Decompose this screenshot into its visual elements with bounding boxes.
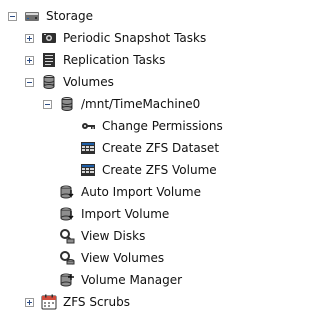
tree-toggle-periodic-snapshot-tasks[interactable] <box>25 33 34 43</box>
view-volumes-icon <box>59 250 75 266</box>
tree-item-label-create-zfs-volume: Create ZFS Volume <box>102 163 217 177</box>
tree-item-view-volumes[interactable]: View Volumes <box>59 247 164 269</box>
tree-item-change-permissions[interactable]: Change Permissions <box>80 115 223 137</box>
import-volume-icon <box>59 206 75 222</box>
tree-item-label-create-zfs-dataset: Create ZFS Dataset <box>102 141 220 155</box>
storage-drive-icon <box>24 8 40 24</box>
tree-item-volumes[interactable]: Volumes <box>25 71 114 93</box>
tree-item-label-view-volumes: View Volumes <box>81 251 165 265</box>
tree-toggle-storage[interactable] <box>8 11 17 21</box>
key-icon <box>80 118 96 134</box>
tree-item-auto-import-volume[interactable]: Auto Import Volume <box>59 181 201 203</box>
replication-task-icon <box>41 52 57 68</box>
tree-item-label-zfs-scrubs: ZFS Scrubs <box>63 295 130 309</box>
volume-icon <box>59 96 75 112</box>
tree-item-label-auto-import-volume: Auto Import Volume <box>81 185 201 199</box>
tree-toggle-zfs-scrubs[interactable] <box>25 297 34 307</box>
auto-import-icon <box>59 184 75 200</box>
zfs-volume-table-icon <box>80 162 96 178</box>
tree-item-label-replication-tasks: Replication Tasks <box>63 53 166 67</box>
tree-item-zfs-scrubs[interactable]: ZFS Scrubs <box>25 291 130 313</box>
view-disks-icon <box>59 228 75 244</box>
tree-item-view-disks[interactable]: View Disks <box>59 225 145 247</box>
tree-item-label-volumes: Volumes <box>63 75 114 89</box>
calendar-icon <box>41 294 57 310</box>
tree-item-create-zfs-volume[interactable]: Create ZFS Volume <box>80 159 217 181</box>
tree-item-periodic-snapshot-tasks[interactable]: Periodic Snapshot Tasks <box>25 27 206 49</box>
tree-item-label-change-permissions: Change Permissions <box>102 119 223 133</box>
tree-toggle-replication-tasks[interactable] <box>25 55 34 65</box>
tree-item-create-zfs-dataset[interactable]: Create ZFS Dataset <box>80 137 219 159</box>
tree-toggle-mnt-timemachine0[interactable] <box>43 99 52 109</box>
tree-item-replication-tasks[interactable]: Replication Tasks <box>25 49 165 71</box>
tree-item-mnt-timemachine0[interactable]: /mnt/TimeMachine0 <box>43 93 200 115</box>
tree-item-label-view-disks: View Disks <box>81 229 146 243</box>
tree-item-storage[interactable]: Storage <box>8 5 93 27</box>
tree-item-import-volume[interactable]: Import Volume <box>59 203 169 225</box>
tree-toggle-volumes[interactable] <box>25 77 34 87</box>
tree-item-label-import-volume: Import Volume <box>81 207 170 221</box>
tree-item-volume-manager[interactable]: Volume Manager <box>59 269 182 291</box>
dataset-table-icon <box>80 140 96 156</box>
snapshot-task-icon <box>41 30 57 46</box>
tree-item-label-mnt-timemachine0: /mnt/TimeMachine0 <box>81 97 201 111</box>
volumes-icon <box>41 74 57 90</box>
tree-item-label-periodic-snapshot-tasks: Periodic Snapshot Tasks <box>63 31 207 45</box>
tree-item-label-volume-manager: Volume Manager <box>81 273 183 287</box>
tree-item-label-storage: Storage <box>46 9 93 23</box>
volume-manager-icon <box>59 272 75 288</box>
